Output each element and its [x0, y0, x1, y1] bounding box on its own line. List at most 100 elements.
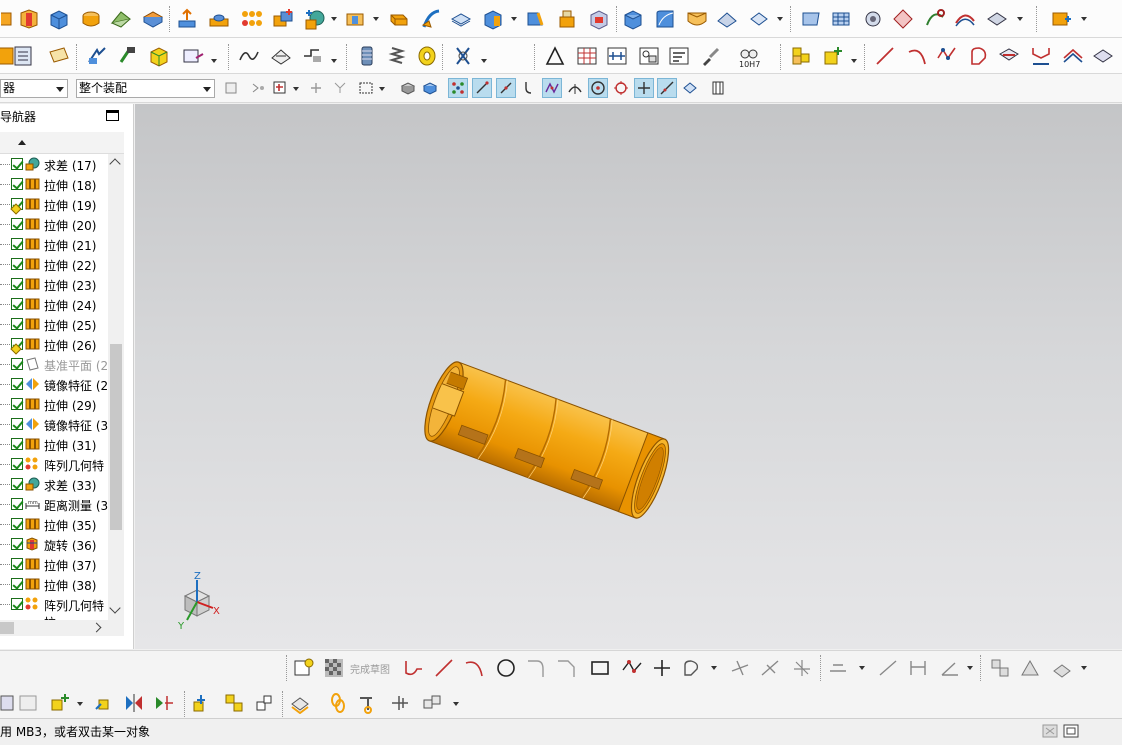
- type-filter-select[interactable]: 器: [0, 79, 68, 98]
- visibility-checkbox[interactable]: [11, 418, 23, 430]
- visibility-checkbox[interactable]: [11, 358, 23, 370]
- through-curves-icon[interactable]: [828, 6, 854, 32]
- snap-point-icon[interactable]: [448, 78, 468, 98]
- sketch-polygon-icon[interactable]: [620, 656, 644, 680]
- navigator-horizontal-scrollbar[interactable]: [0, 620, 124, 636]
- quick-extend-icon[interactable]: [758, 656, 782, 680]
- edge-blend-icon[interactable]: [652, 6, 678, 32]
- split-body-icon[interactable]: [386, 6, 412, 32]
- sketch-icon[interactable]: [292, 656, 316, 680]
- visibility-checkbox[interactable]: [11, 478, 23, 490]
- show-solid-icon[interactable]: [398, 78, 418, 98]
- add-component-icon[interactable]: [820, 43, 846, 69]
- ruled-surface-icon[interactable]: [798, 6, 824, 32]
- replace-face-icon[interactable]: [554, 6, 580, 32]
- new-component-icon[interactable]: [48, 691, 72, 715]
- sweep-icon[interactable]: [418, 6, 444, 32]
- feature-tree-item[interactable]: 拉伸 (21): [0, 234, 108, 254]
- assembly-constraints-icon[interactable]: [190, 691, 214, 715]
- x-form-icon[interactable]: [952, 6, 978, 32]
- spring-icon[interactable]: [384, 43, 410, 69]
- sequence-icon[interactable]: [252, 691, 276, 715]
- sketch-point-icon[interactable]: [650, 656, 674, 680]
- motion-icon[interactable]: [420, 691, 444, 715]
- extrude-icon[interactable]: [174, 6, 200, 32]
- add-selection-icon[interactable]: [270, 78, 290, 98]
- thread-icon[interactable]: [354, 43, 380, 69]
- feature-tree-item[interactable]: 拉伸 (25): [0, 314, 108, 334]
- trim-body-icon[interactable]: [342, 6, 368, 32]
- boss-icon[interactable]: [206, 6, 232, 32]
- hole-icon[interactable]: [300, 43, 326, 69]
- feature-tree-item[interactable]: 旋转 (36): [0, 534, 108, 554]
- move-face-icon[interactable]: [84, 43, 110, 69]
- chain-link-icon[interactable]: [326, 691, 350, 715]
- studio-surface-icon[interactable]: [860, 6, 886, 32]
- snap-tangent-icon[interactable]: [565, 78, 585, 98]
- offset-face-icon[interactable]: [448, 6, 474, 32]
- feature-tree-item[interactable]: 阵列几何特: [0, 594, 108, 614]
- feature-tree-item[interactable]: 拉伸 (35): [0, 514, 108, 534]
- face-blend-icon[interactable]: [684, 6, 710, 32]
- swoop-icon[interactable]: [922, 6, 948, 32]
- wave-geometry-linker-icon[interactable]: [1048, 6, 1074, 32]
- snap-on-curve-icon[interactable]: [657, 78, 677, 98]
- variable-blend-icon[interactable]: [714, 6, 740, 32]
- hscroll-thumb[interactable]: [0, 622, 14, 634]
- revolve-body-icon[interactable]: [16, 6, 42, 32]
- profile-icon[interactable]: [402, 656, 426, 680]
- triangle-icon[interactable]: [542, 43, 568, 69]
- snap-control-icon[interactable]: [518, 78, 538, 98]
- snap-midpoint-icon[interactable]: [496, 78, 516, 98]
- quick-pick-icon[interactable]: [708, 78, 728, 98]
- fullscreen-icon[interactable]: [1062, 722, 1080, 740]
- constraints-icon[interactable]: [152, 691, 176, 715]
- navigator-column-header[interactable]: [0, 132, 124, 154]
- selection-scope-select[interactable]: 整个装配: [76, 79, 215, 98]
- visibility-checkbox[interactable]: [11, 178, 23, 190]
- feature-tree-item[interactable]: 求差 (17): [0, 154, 108, 174]
- finish-sketch-label[interactable]: 完成草图: [350, 661, 390, 676]
- fillet-curve-icon[interactable]: [966, 43, 992, 69]
- visibility-checkbox[interactable]: [11, 318, 23, 330]
- arc-icon[interactable]: [904, 43, 930, 69]
- feature-tree-item[interactable]: 拉伸 (24): [0, 294, 108, 314]
- snap-intersect-icon[interactable]: [542, 78, 562, 98]
- visibility-checkbox[interactable]: [11, 258, 23, 270]
- show-constraints-icon[interactable]: [988, 656, 1012, 680]
- sort-ascending-icon[interactable]: [18, 140, 26, 145]
- cone-icon[interactable]: [108, 6, 134, 32]
- feature-tree-item[interactable]: 拉伸 (22): [0, 254, 108, 274]
- wave-linker-icon[interactable]: [288, 691, 312, 715]
- unite-icon[interactable]: [270, 6, 296, 32]
- sketch-circle-icon[interactable]: [494, 656, 518, 680]
- subtract-icon[interactable]: [302, 6, 328, 32]
- point-set-icon[interactable]: [604, 43, 630, 69]
- curve-analysis-icon[interactable]: [236, 43, 262, 69]
- visibility-checkbox[interactable]: [11, 518, 23, 530]
- sketch-line-icon[interactable]: [432, 656, 456, 680]
- cylinder-icon[interactable]: [78, 6, 104, 32]
- scroll-down-icon[interactable]: [109, 602, 121, 614]
- feature-tree-item[interactable]: 拉伸 (20): [0, 214, 108, 234]
- table-grid-icon[interactable]: [574, 43, 600, 69]
- sketch-studio-spline-icon[interactable]: [680, 656, 704, 680]
- components-icon[interactable]: [788, 43, 814, 69]
- visibility-checkbox[interactable]: [11, 218, 23, 230]
- feature-tree-item[interactable]: mm 距离测量 (3: [0, 494, 108, 514]
- sketch-settings-icon[interactable]: [1050, 656, 1074, 680]
- navigator-vertical-scrollbar[interactable]: [108, 154, 124, 620]
- fit-tolerance-icon[interactable]: 10H7: [736, 43, 762, 69]
- n-sided-surface-icon[interactable]: [890, 6, 916, 32]
- route-icon[interactable]: [356, 691, 380, 715]
- visibility-checkbox[interactable]: [11, 278, 23, 290]
- text-box-icon[interactable]: [666, 43, 692, 69]
- visibility-checkbox[interactable]: [11, 378, 23, 390]
- reset-select-icon[interactable]: [330, 78, 350, 98]
- visibility-checkbox[interactable]: [11, 578, 23, 590]
- snap-endpoint-icon[interactable]: [472, 78, 492, 98]
- sketch-arc-icon[interactable]: [462, 656, 486, 680]
- snap-arc-center-icon[interactable]: [588, 78, 608, 98]
- visibility-checkbox[interactable]: [11, 458, 23, 470]
- label-note-icon[interactable]: [180, 43, 206, 69]
